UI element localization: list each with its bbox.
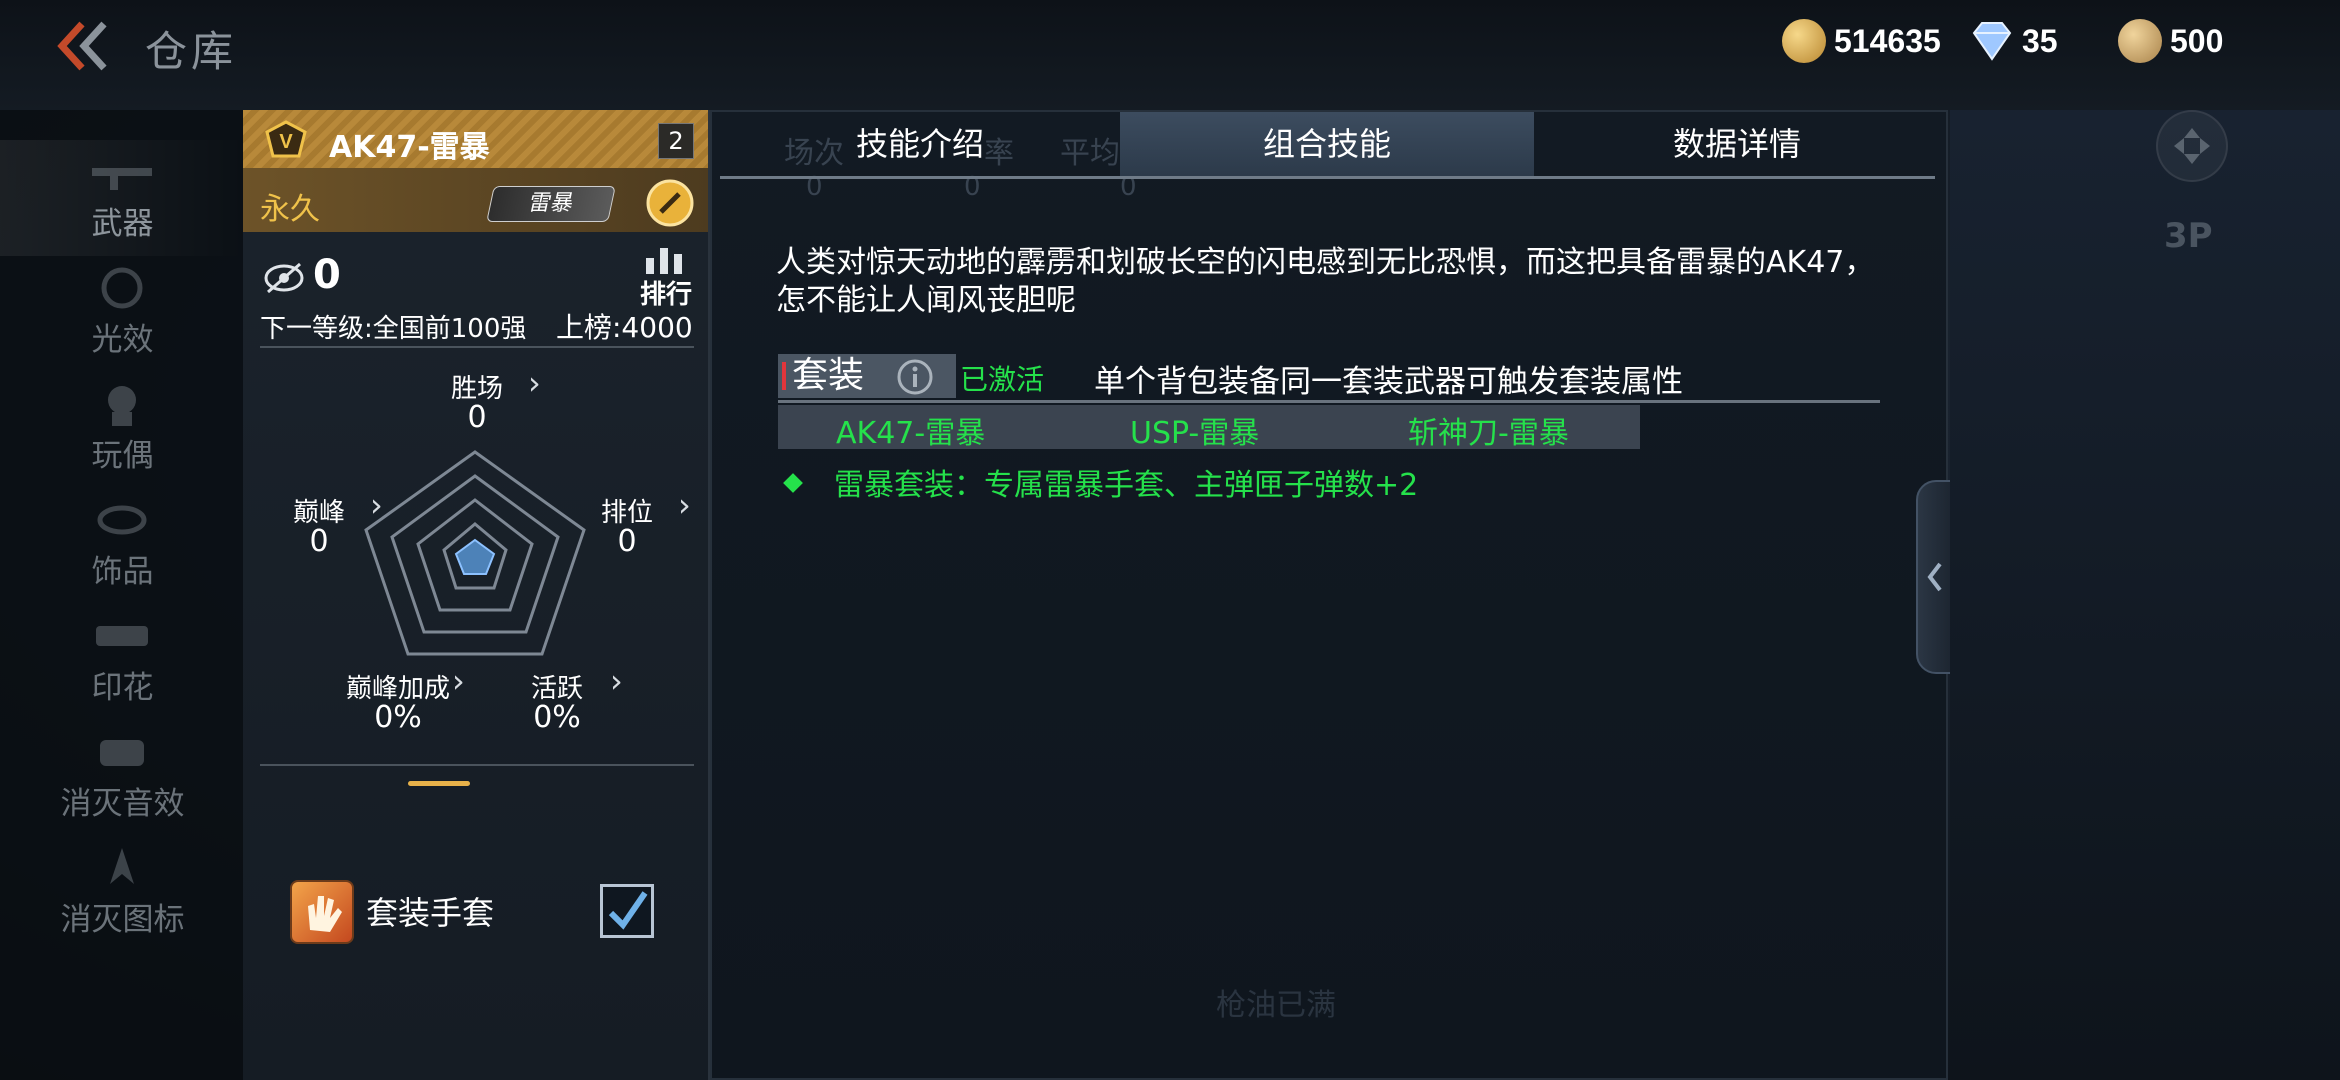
ranked-value: 0	[617, 524, 637, 559]
set-item: USP-雷暴	[1130, 416, 1260, 451]
set-description: 单个背包装备同一套装武器可触发套装属性	[1094, 364, 1683, 400]
wins-value: 0	[467, 400, 487, 435]
star-level-badge: 2	[658, 123, 694, 159]
third-person-view-button[interactable]: 3P	[2164, 216, 2213, 256]
rank-value: 0	[313, 252, 341, 298]
rank-eye-icon	[264, 262, 304, 294]
sidebar-item-label: 玩偶	[91, 438, 154, 474]
leaderboard-button[interactable]: 排行	[638, 244, 694, 310]
svg-text:V: V	[279, 131, 293, 153]
diamond-icon	[1972, 22, 2012, 61]
diamond-currency[interactable]: 35	[1970, 18, 2058, 64]
sidebar-item-dolls[interactable]: 玩偶	[0, 372, 245, 488]
kill-sound-icon	[100, 740, 144, 766]
tab-combo-skill[interactable]: 组合技能	[1120, 112, 1534, 176]
token-coin-icon	[2118, 19, 2162, 63]
token-currency[interactable]: 500	[2118, 18, 2223, 64]
kill-icon	[110, 848, 134, 884]
set-title-accent	[782, 362, 786, 390]
weapon-name: AK47-雷暴	[329, 130, 490, 165]
weapon-preview-scene	[1950, 110, 2340, 1080]
chevron-left-icon	[1927, 562, 1942, 592]
doll-icon	[108, 386, 136, 426]
sidebar-item-label: 光效	[91, 322, 154, 358]
set-divider	[778, 400, 1880, 403]
sidebar-item-kill-sound[interactable]: 消灭音效	[0, 720, 245, 836]
set-item: AK47-雷暴	[836, 416, 986, 451]
gold-currency[interactable]: 514635	[1782, 18, 1941, 64]
dpad-icon	[2174, 128, 2210, 164]
back-chevron-icon[interactable]	[52, 20, 112, 72]
on-board-text: 上榜:4000	[556, 311, 693, 344]
gold-coin-icon	[1782, 19, 1826, 63]
active-chevron-icon[interactable]: ›	[610, 662, 623, 700]
card-divider	[260, 346, 694, 348]
ranked-chevron-icon[interactable]: ›	[678, 486, 691, 524]
checkmark-icon	[608, 891, 648, 930]
leaderboard-bars-icon	[646, 248, 682, 274]
tab-underline	[720, 176, 1935, 179]
peak-bonus-value: 0%	[374, 700, 422, 735]
sidebar-item-kill-icon[interactable]: 消灭图标	[0, 836, 245, 952]
gold-amount: 514635	[1834, 22, 1941, 59]
peak-value: 0	[309, 524, 329, 559]
preview-rotate-button[interactable]	[2156, 110, 2228, 182]
glove-label: 套装手套	[366, 894, 495, 932]
peak-bonus-chevron-icon[interactable]: ›	[452, 662, 465, 700]
skin-series-tag: 雷暴	[486, 186, 616, 222]
page-indicator	[408, 781, 470, 786]
tab-skill-intro[interactable]: 技能介绍	[720, 112, 1120, 176]
card-divider-bottom	[260, 764, 694, 766]
accessory-icon	[97, 505, 147, 535]
info-icon[interactable]	[896, 358, 934, 396]
peak-chevron-icon[interactable]: ›	[370, 486, 383, 524]
sidebar-item-label: 消灭音效	[60, 786, 185, 822]
diamond-amount: 35	[2022, 22, 2058, 59]
tab-data-details[interactable]: 数据详情	[1534, 112, 1940, 176]
set-item: 斩神刀-雷暴	[1408, 416, 1569, 451]
decal-icon	[96, 626, 148, 646]
glove-icon	[290, 880, 354, 944]
glow-icon	[101, 267, 143, 309]
category-sidebar: 武器 光效 玩偶 饰品 印花 消灭音效 消灭图标	[0, 110, 245, 1080]
sidebar-item-decals[interactable]: 印花	[0, 604, 245, 720]
collapse-panel-button[interactable]	[1916, 480, 1954, 674]
glove-checkbox[interactable]	[600, 884, 654, 938]
sidebar-item-label: 武器	[91, 206, 154, 242]
medal-icon[interactable]	[645, 178, 695, 228]
set-bonus-text: 雷暴套装：专属雷暴手套、主弹匣子弹数+2	[834, 468, 1419, 503]
next-level-text: 下一等级:全国前100强	[260, 314, 527, 344]
sidebar-item-accessories[interactable]: 饰品	[0, 488, 245, 604]
set-title: 套装	[792, 355, 865, 396]
sidebar-item-weapons[interactable]: 武器	[0, 140, 245, 256]
radar-chart	[364, 450, 586, 656]
duration-label: 永久	[260, 192, 320, 227]
sidebar-item-label: 消灭图标	[60, 902, 185, 938]
weapon-description: 人类对惊天动地的霹雳和划破长空的闪电感到无比恐惧，而这把具备雷暴的AK47，怎不…	[776, 245, 1875, 318]
active-value: 0%	[533, 700, 581, 735]
sidebar-item-glow[interactable]: 光效	[0, 256, 245, 372]
grade-v-badge-icon: V	[265, 120, 307, 158]
sidebar-item-label: 印花	[91, 670, 154, 706]
rifle-icon	[92, 168, 152, 190]
activated-status: 已激活	[960, 363, 1045, 396]
token-amount: 500	[2170, 22, 2224, 59]
page-title: 仓库	[145, 27, 238, 76]
wins-chevron-icon[interactable]: ›	[528, 364, 541, 402]
faint-status-text: 枪油已满	[1216, 988, 1336, 1023]
skill-tabs: 技能介绍 组合技能 数据详情	[720, 112, 1940, 178]
sidebar-item-label: 饰品	[91, 554, 154, 590]
